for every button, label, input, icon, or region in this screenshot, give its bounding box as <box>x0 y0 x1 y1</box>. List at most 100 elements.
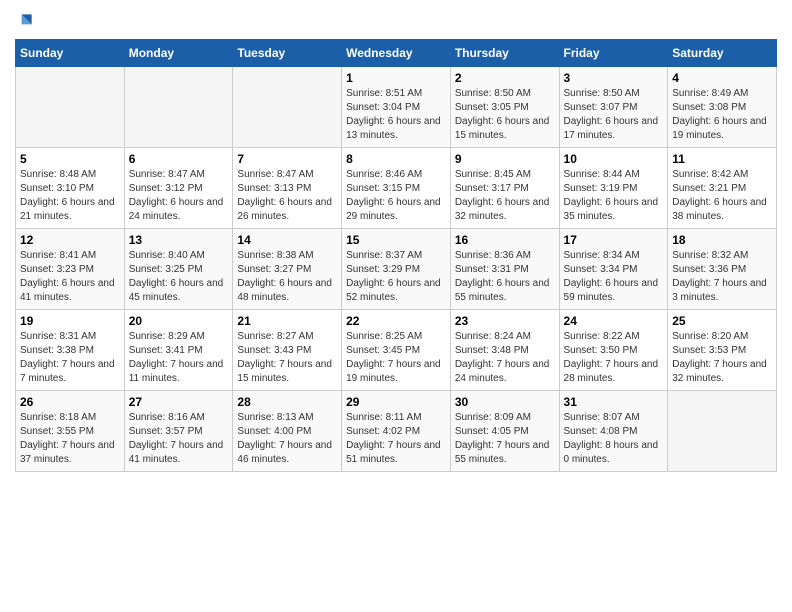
day-info: Sunrise: 8:45 AMSunset: 3:17 PMDaylight:… <box>455 168 555 224</box>
day-cell: 20 Sunrise: 8:29 AMSunset: 3:41 PMDayligh… <box>124 310 233 391</box>
day-cell: 23Sunrise: 8:24 AMSunset: 3:48 PMDayligh… <box>450 310 559 391</box>
header-cell-friday: Friday <box>559 40 668 67</box>
day-cell: 9 Sunrise: 8:45 AMSunset: 3:17 PMDaylight… <box>450 148 559 229</box>
day-number: 24 <box>564 314 664 328</box>
day-info: Sunrise: 8:20 AMSunset: 3:53 PMDaylight:… <box>672 330 772 386</box>
day-number: 31 <box>564 395 664 409</box>
day-info: Sunrise: 8:25 AMSunset: 3:45 PMDaylight:… <box>346 330 446 386</box>
day-number: 8 <box>346 152 446 166</box>
day-cell: 6Sunrise: 8:47 AMSunset: 3:12 PMDaylight… <box>124 148 233 229</box>
day-cell: 11 Sunrise: 8:42 AMSunset: 3:21 PMDayligh… <box>668 148 777 229</box>
day-cell <box>124 67 233 148</box>
day-cell: 15 Sunrise: 8:37 AMSunset: 3:29 PMDayligh… <box>342 229 451 310</box>
day-cell: 4 Sunrise: 8:49 AMSunset: 3:08 PMDaylight… <box>668 67 777 148</box>
header-cell-wednesday: Wednesday <box>342 40 451 67</box>
week-row-4: 26Sunrise: 8:18 AMSunset: 3:55 PMDayligh… <box>16 391 777 472</box>
day-number: 30 <box>455 395 555 409</box>
day-cell: 1 Sunrise: 8:51 AMSunset: 3:04 PMDaylight… <box>342 67 451 148</box>
day-info: Sunrise: 8:42 AMSunset: 3:21 PMDaylight:… <box>672 168 772 224</box>
day-number: 17 <box>564 233 664 247</box>
header-row: SundayMondayTuesdayWednesdayThursdayFrid… <box>16 40 777 67</box>
day-info: Sunrise: 8:36 AMSunset: 3:31 PMDaylight:… <box>455 249 555 305</box>
calendar-table: SundayMondayTuesdayWednesdayThursdayFrid… <box>15 39 777 472</box>
day-number: 11 <box>672 152 772 166</box>
day-number: 21 <box>237 314 337 328</box>
day-cell <box>668 391 777 472</box>
week-row-3: 19 Sunrise: 8:31 AMSunset: 3:38 PMDayligh… <box>16 310 777 391</box>
day-number: 5 <box>20 152 120 166</box>
calendar-body: 1 Sunrise: 8:51 AMSunset: 3:04 PMDaylight… <box>16 67 777 472</box>
day-number: 9 <box>455 152 555 166</box>
day-cell: 5 Sunrise: 8:48 AMSunset: 3:10 PMDaylight… <box>16 148 125 229</box>
day-info: Sunrise: 8:24 AMSunset: 3:48 PMDaylight:… <box>455 330 555 386</box>
day-cell: 21 Sunrise: 8:27 AMSunset: 3:43 PMDayligh… <box>233 310 342 391</box>
day-cell: 25 Sunrise: 8:20 AMSunset: 3:53 PMDayligh… <box>668 310 777 391</box>
day-info: Sunrise: 8:16 AMSunset: 3:57 PMDaylight:… <box>129 411 229 467</box>
day-cell: 2 Sunrise: 8:50 AMSunset: 3:05 PMDaylight… <box>450 67 559 148</box>
day-info: Sunrise: 8:49 AMSunset: 3:08 PMDaylight:… <box>672 87 772 143</box>
header-cell-tuesday: Tuesday <box>233 40 342 67</box>
day-number: 26 <box>20 395 120 409</box>
day-number: 28 <box>237 395 337 409</box>
day-number: 15 <box>346 233 446 247</box>
day-info: Sunrise: 8:47 AMSunset: 3:12 PMDaylight:… <box>129 168 229 224</box>
day-number: 25 <box>672 314 772 328</box>
day-info: Sunrise: 8:07 AMSunset: 4:08 PMDaylight:… <box>564 411 664 467</box>
day-info: Sunrise: 8:47 AMSunset: 3:13 PMDaylight:… <box>237 168 337 224</box>
logo-icon <box>15 11 35 31</box>
day-number: 18 <box>672 233 772 247</box>
day-info: Sunrise: 8:09 AMSunset: 4:05 PMDaylight:… <box>455 411 555 467</box>
day-cell: 22 Sunrise: 8:25 AMSunset: 3:45 PMDayligh… <box>342 310 451 391</box>
week-row-1: 5 Sunrise: 8:48 AMSunset: 3:10 PMDaylight… <box>16 148 777 229</box>
header-cell-sunday: Sunday <box>16 40 125 67</box>
day-info: Sunrise: 8:41 AMSunset: 3:23 PMDaylight:… <box>20 249 120 305</box>
day-cell: 7 Sunrise: 8:47 AMSunset: 3:13 PMDaylight… <box>233 148 342 229</box>
day-info: Sunrise: 8:34 AMSunset: 3:34 PMDaylight:… <box>564 249 664 305</box>
day-info: Sunrise: 8:37 AMSunset: 3:29 PMDaylight:… <box>346 249 446 305</box>
day-number: 14 <box>237 233 337 247</box>
day-number: 20 <box>129 314 229 328</box>
day-number: 2 <box>455 71 555 85</box>
day-info: Sunrise: 8:31 AMSunset: 3:38 PMDaylight:… <box>20 330 120 386</box>
day-number: 12 <box>20 233 120 247</box>
day-number: 22 <box>346 314 446 328</box>
header-cell-monday: Monday <box>124 40 233 67</box>
day-cell: 14Sunrise: 8:38 AMSunset: 3:27 PMDayligh… <box>233 229 342 310</box>
day-info: Sunrise: 8:22 AMSunset: 3:50 PMDaylight:… <box>564 330 664 386</box>
day-info: Sunrise: 8:51 AMSunset: 3:04 PMDaylight:… <box>346 87 446 143</box>
day-info: Sunrise: 8:48 AMSunset: 3:10 PMDaylight:… <box>20 168 120 224</box>
day-cell: 19 Sunrise: 8:31 AMSunset: 3:38 PMDayligh… <box>16 310 125 391</box>
day-number: 19 <box>20 314 120 328</box>
day-info: Sunrise: 8:13 AMSunset: 4:00 PMDaylight:… <box>237 411 337 467</box>
day-number: 4 <box>672 71 772 85</box>
day-number: 27 <box>129 395 229 409</box>
header <box>15 10 777 31</box>
day-info: Sunrise: 8:27 AMSunset: 3:43 PMDaylight:… <box>237 330 337 386</box>
day-cell: 27 Sunrise: 8:16 AMSunset: 3:57 PMDayligh… <box>124 391 233 472</box>
day-info: Sunrise: 8:50 AMSunset: 3:05 PMDaylight:… <box>455 87 555 143</box>
day-number: 3 <box>564 71 664 85</box>
day-number: 7 <box>237 152 337 166</box>
day-cell: 18 Sunrise: 8:32 AMSunset: 3:36 PMDayligh… <box>668 229 777 310</box>
day-number: 29 <box>346 395 446 409</box>
day-number: 1 <box>346 71 446 85</box>
day-info: Sunrise: 8:11 AMSunset: 4:02 PMDaylight:… <box>346 411 446 467</box>
day-cell: 31 Sunrise: 8:07 AMSunset: 4:08 PMDayligh… <box>559 391 668 472</box>
day-cell: 17 Sunrise: 8:34 AMSunset: 3:34 PMDayligh… <box>559 229 668 310</box>
day-info: Sunrise: 8:29 AMSunset: 3:41 PMDaylight:… <box>129 330 229 386</box>
day-cell: 26Sunrise: 8:18 AMSunset: 3:55 PMDayligh… <box>16 391 125 472</box>
day-number: 13 <box>129 233 229 247</box>
day-info: Sunrise: 8:50 AMSunset: 3:07 PMDaylight:… <box>564 87 664 143</box>
day-info: Sunrise: 8:32 AMSunset: 3:36 PMDaylight:… <box>672 249 772 305</box>
day-cell: 12 Sunrise: 8:41 AMSunset: 3:23 PMDayligh… <box>16 229 125 310</box>
day-cell: 28 Sunrise: 8:13 AMSunset: 4:00 PMDayligh… <box>233 391 342 472</box>
day-cell: 13Sunrise: 8:40 AMSunset: 3:25 PMDayligh… <box>124 229 233 310</box>
day-cell <box>233 67 342 148</box>
day-cell: 3 Sunrise: 8:50 AMSunset: 3:07 PMDaylight… <box>559 67 668 148</box>
day-cell: 29 Sunrise: 8:11 AMSunset: 4:02 PMDayligh… <box>342 391 451 472</box>
day-info: Sunrise: 8:44 AMSunset: 3:19 PMDaylight:… <box>564 168 664 224</box>
logo <box>15 10 39 31</box>
day-number: 16 <box>455 233 555 247</box>
week-row-0: 1 Sunrise: 8:51 AMSunset: 3:04 PMDaylight… <box>16 67 777 148</box>
day-cell <box>16 67 125 148</box>
